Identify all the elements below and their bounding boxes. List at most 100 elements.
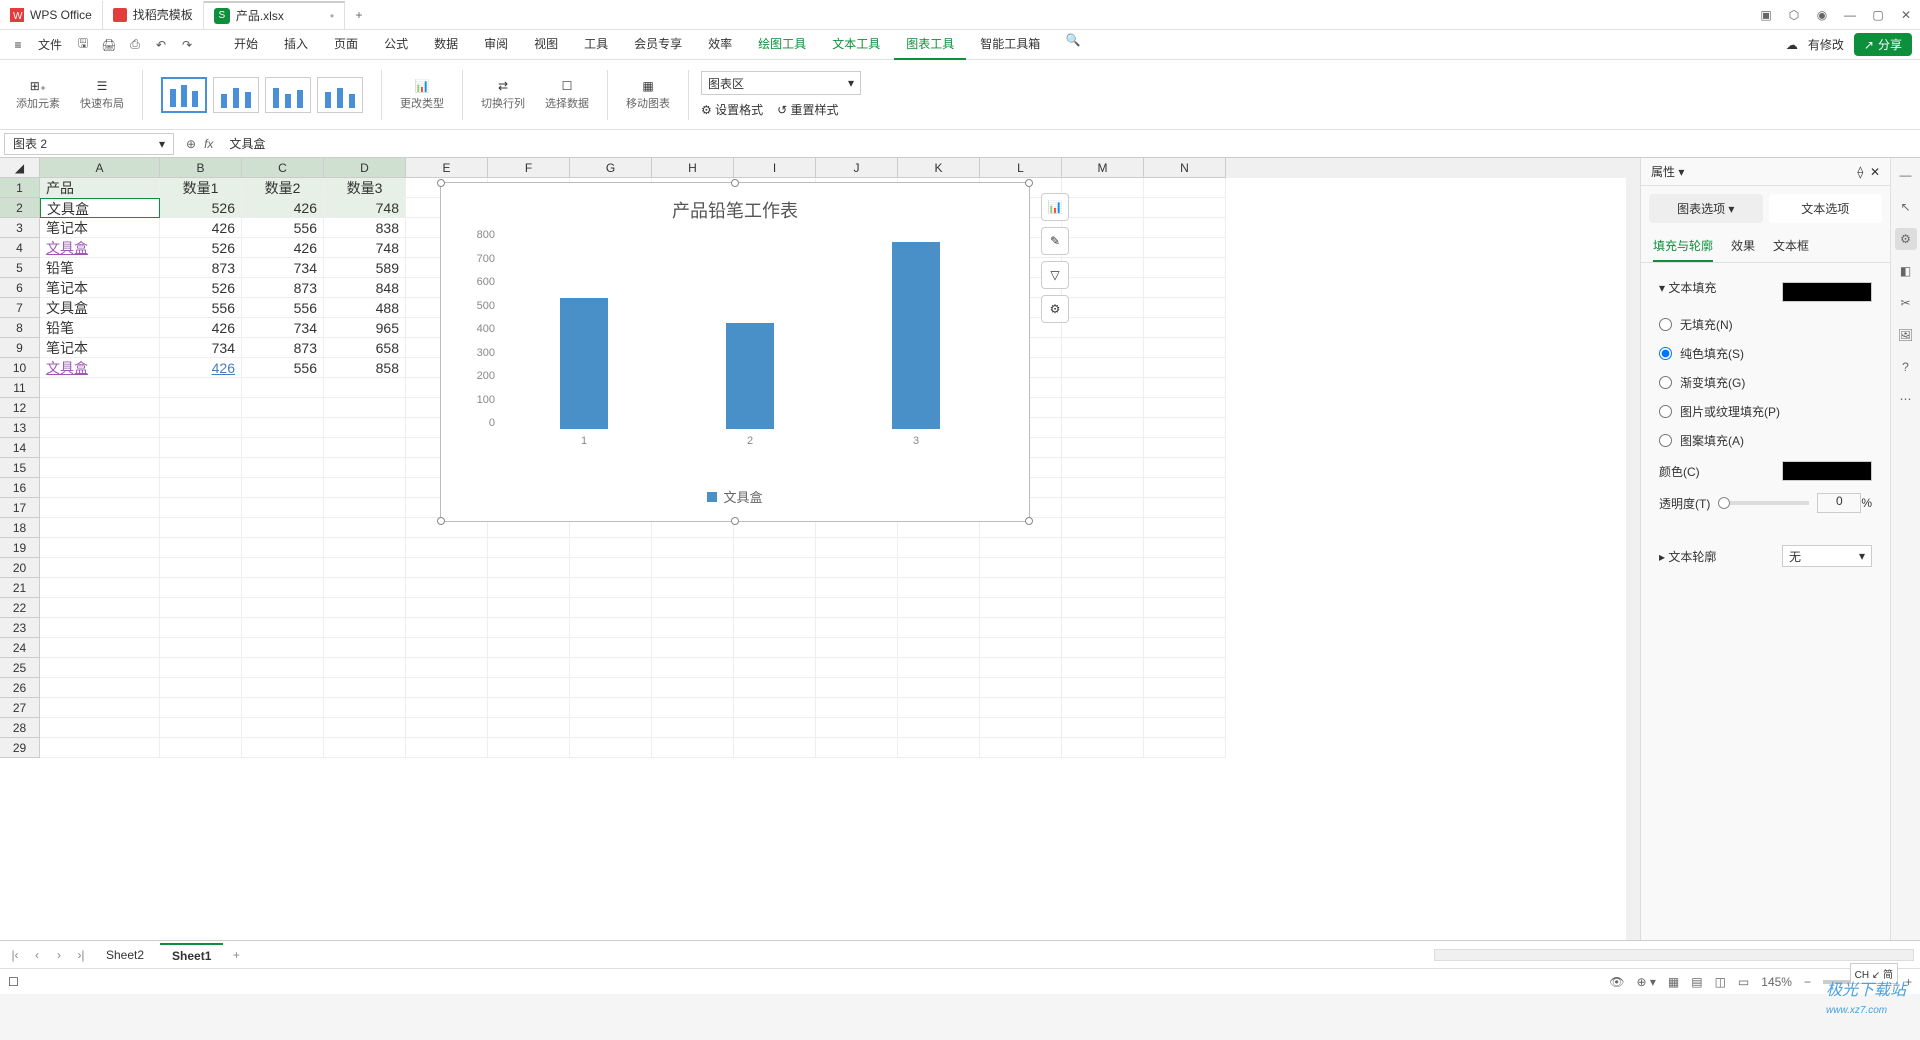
cell[interactable]: 556 <box>160 298 242 318</box>
sheet-nav-prev[interactable]: ‹ <box>28 948 46 962</box>
cell[interactable] <box>242 538 324 558</box>
sheet-nav-first[interactable]: |‹ <box>6 948 24 962</box>
redo-icon[interactable]: ↷ <box>176 34 198 56</box>
cell[interactable]: 数量1 <box>160 178 242 198</box>
cell[interactable] <box>816 538 898 558</box>
cell[interactable] <box>652 558 734 578</box>
hamburger-icon[interactable]: ≡ <box>8 38 28 52</box>
tab-draw-tools[interactable]: 绘图工具 <box>746 29 818 60</box>
cell[interactable] <box>242 738 324 758</box>
cell[interactable] <box>980 698 1062 718</box>
cell[interactable] <box>324 698 406 718</box>
tab-formula[interactable]: 公式 <box>372 29 420 60</box>
row-header[interactable]: 6 <box>0 278 40 298</box>
cell[interactable] <box>1144 558 1226 578</box>
cell[interactable] <box>816 738 898 758</box>
cell[interactable] <box>324 518 406 538</box>
cell[interactable] <box>488 578 570 598</box>
row-header[interactable]: 8 <box>0 318 40 338</box>
cell[interactable] <box>1144 638 1226 658</box>
col-header[interactable]: E <box>406 158 488 178</box>
cell[interactable] <box>324 378 406 398</box>
cell[interactable] <box>324 598 406 618</box>
reset-style-button[interactable]: ↺ 重置样式 <box>777 101 838 118</box>
settings-tool-icon[interactable]: ⚙ <box>1895 228 1917 250</box>
cell[interactable] <box>406 638 488 658</box>
cell[interactable] <box>40 558 160 578</box>
tab-view[interactable]: 视图 <box>522 29 570 60</box>
cell[interactable]: 文具盒 <box>40 298 160 318</box>
cell[interactable] <box>1062 418 1144 438</box>
cell[interactable] <box>1144 278 1226 298</box>
cell[interactable] <box>40 678 160 698</box>
cube-icon[interactable]: ⬡ <box>1780 1 1808 29</box>
chart-style-button[interactable]: ✎ <box>1041 227 1069 255</box>
cell[interactable] <box>1062 258 1144 278</box>
cell[interactable] <box>1144 478 1226 498</box>
cell[interactable] <box>488 738 570 758</box>
cell[interactable] <box>1144 358 1226 378</box>
row-header[interactable]: 23 <box>0 618 40 638</box>
cell[interactable] <box>1062 178 1144 198</box>
cloud-icon[interactable]: ☁ <box>1786 38 1798 52</box>
col-header[interactable]: M <box>1062 158 1144 178</box>
col-header[interactable]: B <box>160 158 242 178</box>
cell[interactable] <box>1062 338 1144 358</box>
color-swatch[interactable] <box>1782 461 1872 481</box>
cell[interactable] <box>242 498 324 518</box>
cell[interactable] <box>898 598 980 618</box>
cell[interactable] <box>160 458 242 478</box>
cell[interactable]: 数量3 <box>324 178 406 198</box>
cell[interactable] <box>1144 718 1226 738</box>
cell[interactable] <box>324 478 406 498</box>
cell[interactable] <box>1062 698 1144 718</box>
cell[interactable] <box>652 578 734 598</box>
row-header[interactable]: 13 <box>0 418 40 438</box>
cell[interactable] <box>1144 738 1226 758</box>
transparency-slider[interactable] <box>1718 501 1809 505</box>
cell[interactable] <box>1062 518 1144 538</box>
cell[interactable]: 658 <box>324 338 406 358</box>
cell[interactable] <box>488 698 570 718</box>
collapse-panel-icon[interactable]: — <box>1895 164 1917 186</box>
sheet-nav-last[interactable]: ›| <box>72 948 90 962</box>
cell[interactable] <box>652 638 734 658</box>
cell[interactable] <box>1144 418 1226 438</box>
cell[interactable] <box>40 498 160 518</box>
quick-layout-button[interactable]: ☰ 快速布局 <box>74 79 130 111</box>
cell[interactable]: 556 <box>242 298 324 318</box>
share-button[interactable]: ↗ 分享 <box>1854 33 1912 56</box>
cell[interactable] <box>40 538 160 558</box>
cell[interactable]: 556 <box>242 218 324 238</box>
fill-solid-radio[interactable]: 纯色填充(S) <box>1655 339 1876 368</box>
cell[interactable] <box>1062 558 1144 578</box>
cell[interactable] <box>570 618 652 638</box>
tab-review[interactable]: 审阅 <box>472 29 520 60</box>
cell[interactable] <box>40 478 160 498</box>
row-header[interactable]: 28 <box>0 718 40 738</box>
cell[interactable] <box>242 698 324 718</box>
grid-view-icon[interactable]: ▦ <box>1668 975 1679 989</box>
cell[interactable] <box>40 738 160 758</box>
col-header[interactable]: I <box>734 158 816 178</box>
cell[interactable] <box>1062 238 1144 258</box>
cell[interactable] <box>1062 378 1144 398</box>
row-header[interactable]: 4 <box>0 238 40 258</box>
tab-data[interactable]: 数据 <box>422 29 470 60</box>
cell[interactable] <box>816 698 898 718</box>
target-icon[interactable]: ⊕ ▾ <box>1636 975 1655 989</box>
page-view-icon[interactable]: ◫ <box>1715 975 1726 989</box>
cell[interactable] <box>488 558 570 578</box>
cell[interactable]: 858 <box>324 358 406 378</box>
cell[interactable] <box>734 538 816 558</box>
cell[interactable] <box>1062 478 1144 498</box>
cell[interactable] <box>1062 358 1144 378</box>
cell[interactable] <box>1144 398 1226 418</box>
cell[interactable] <box>1062 738 1144 758</box>
cell[interactable] <box>1144 518 1226 538</box>
cell[interactable] <box>40 438 160 458</box>
row-header[interactable]: 11 <box>0 378 40 398</box>
cell[interactable] <box>1144 258 1226 278</box>
cell[interactable] <box>980 618 1062 638</box>
cell[interactable]: 426 <box>242 238 324 258</box>
